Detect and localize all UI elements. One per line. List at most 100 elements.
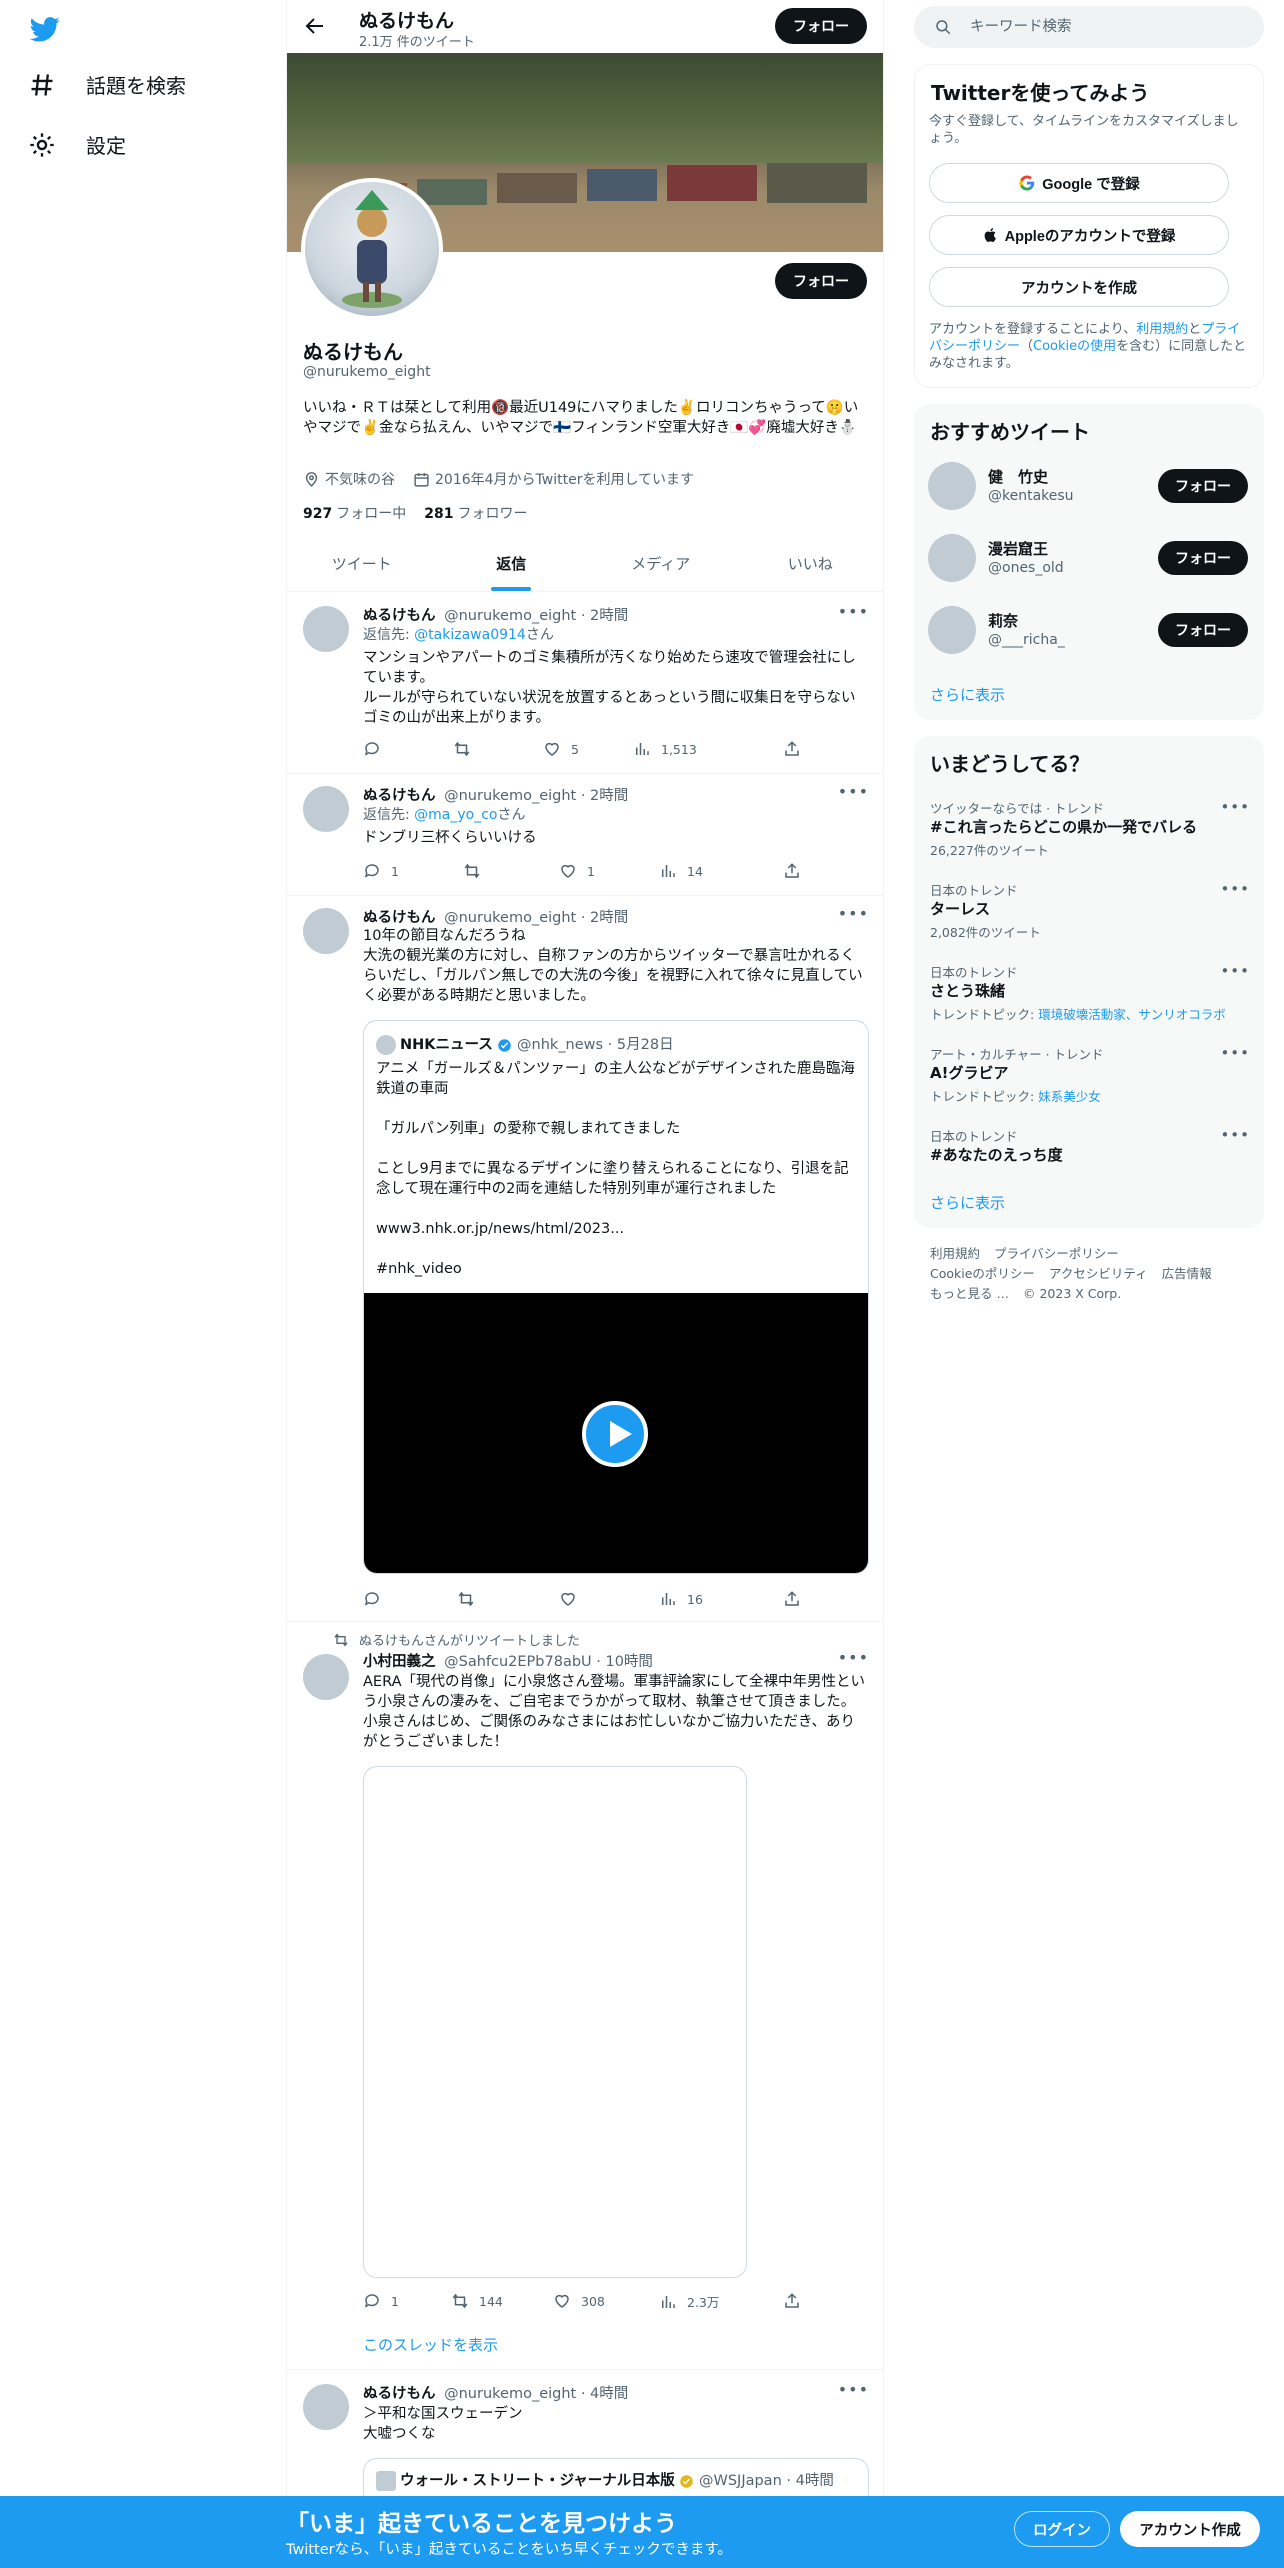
tweet-avatar[interactable] xyxy=(303,1654,349,1700)
views-button[interactable]: 2.3万 xyxy=(659,2292,719,2311)
views-button[interactable]: 16 xyxy=(659,1590,703,1608)
more-options-icon[interactable]: ••• xyxy=(838,602,869,621)
trends-show-more[interactable]: さらに表示 xyxy=(930,1192,1005,1213)
tweet[interactable]: ぬるけもん @nurukemo_eight · 2時間 ••• 返信先: @ta… xyxy=(287,592,883,774)
tweet-avatar[interactable] xyxy=(303,908,349,954)
more-options-icon[interactable]: ••• xyxy=(1220,880,1250,898)
quote-header: ウォール・ストリート・ジャーナル日本版 @WSJJapan · 4時間 xyxy=(376,2469,834,2491)
trends-title: いまどうしてる？ xyxy=(930,752,1090,776)
tweet-image[interactable] xyxy=(363,1766,747,2278)
profile-tabs: ツイート 返信 メディア いいね xyxy=(287,536,884,592)
tab-media[interactable]: メディア xyxy=(586,536,736,591)
reply-button[interactable] xyxy=(363,740,391,758)
nav-explore[interactable]: 話題を検索 xyxy=(28,70,186,99)
retweet-note: ぬるけもんさんがリツイートしました xyxy=(333,1630,580,1649)
reply-context: 返信先: @ma_yo_coさん xyxy=(363,807,526,823)
footer-link[interactable]: プライバシーポリシー xyxy=(994,1246,1119,1261)
tweet-text: 10年の節目なんだろうね 大洗の観光業の方に対し、自称ファンの方からツイッターで… xyxy=(363,928,863,1004)
tweet[interactable]: ぬるけもん @nurukemo_eight · 2時間 ••• 返信先: @ma… xyxy=(287,774,883,896)
more-options-icon[interactable]: ••• xyxy=(838,904,869,923)
profile-avatar[interactable] xyxy=(301,178,443,320)
share-icon xyxy=(785,741,799,756)
following-link[interactable]: 927 フォロー中 xyxy=(303,503,406,523)
retweet-button[interactable] xyxy=(453,740,481,758)
views-button[interactable]: 1,513 xyxy=(633,740,697,758)
more-options-icon[interactable]: ••• xyxy=(1220,1126,1250,1144)
tweet-text: ＞平和な国スウェーデン 大嘘つくな xyxy=(363,2406,523,2442)
follow-button[interactable]: フォロー xyxy=(1158,541,1248,575)
footer-link[interactable]: もっと見る … xyxy=(930,1286,1009,1301)
tweet[interactable]: ぬるけもんさんがリツイートしました 小村田義之 @Sahfcu2EPb78abU… xyxy=(287,1622,883,2370)
play-icon[interactable] xyxy=(582,1401,648,1467)
footer-link[interactable]: Cookieのポリシー xyxy=(930,1266,1035,1281)
video-player[interactable] xyxy=(364,1293,868,1573)
search-box[interactable] xyxy=(914,6,1264,48)
tweet-header: ぬるけもん @nurukemo_eight · 2時間 xyxy=(363,788,629,804)
share-button[interactable] xyxy=(783,862,801,880)
follow-button[interactable]: フォロー xyxy=(1158,613,1248,647)
recommended-title: おすすめツイート xyxy=(930,420,1090,444)
share-icon xyxy=(785,1591,799,1606)
tab-tweets[interactable]: ツイート xyxy=(287,536,437,591)
profile-joined: 2016年4月からTwitterを利用しています xyxy=(413,469,694,489)
tweet-text: ドンブリ三杯くらいいける xyxy=(363,830,537,846)
create-account-button[interactable]: アカウントを作成 xyxy=(929,267,1229,307)
more-options-icon[interactable]: ••• xyxy=(838,2380,869,2399)
footer-link[interactable]: アクセシビリティ xyxy=(1049,1266,1148,1281)
footer-link[interactable]: 利用規約 xyxy=(930,1246,980,1261)
search-input[interactable] xyxy=(970,6,1250,48)
back-arrow-icon[interactable] xyxy=(303,14,327,38)
more-options-icon[interactable]: ••• xyxy=(1220,798,1250,816)
share-button[interactable] xyxy=(783,2292,801,2310)
show-thread-link[interactable]: このスレッドを表示 xyxy=(363,2334,498,2355)
user-avatar[interactable] xyxy=(928,534,976,582)
tweet-avatar[interactable] xyxy=(303,786,349,832)
profile-follow-button[interactable]: フォロー xyxy=(775,263,867,299)
views-button[interactable]: 14 xyxy=(659,862,703,880)
heart-icon xyxy=(545,742,559,756)
apple-icon xyxy=(984,228,996,242)
tab-likes[interactable]: いいね xyxy=(736,536,884,591)
followers-link[interactable]: 281 フォロワー xyxy=(424,503,527,523)
like-button[interactable]: 308 xyxy=(553,2292,605,2310)
reply-button[interactable]: 1 xyxy=(363,862,399,880)
share-button[interactable] xyxy=(783,740,801,758)
google-signup-button[interactable]: Google で登録 xyxy=(929,163,1229,203)
tweet-header: ぬるけもん @nurukemo_eight · 4時間 xyxy=(363,2386,629,2402)
tweet[interactable]: ぬるけもん @nurukemo_eight · 2時間 ••• 10年の節目なん… xyxy=(287,896,883,1622)
retweet-button[interactable]: 144 xyxy=(451,2292,503,2310)
tweet-header: ぬるけもん @nurukemo_eight · 2時間 xyxy=(363,608,629,624)
more-options-icon[interactable]: ••• xyxy=(1220,1044,1250,1062)
reply-button[interactable] xyxy=(363,1590,391,1608)
retweet-button[interactable] xyxy=(463,862,491,880)
like-button[interactable]: 5 xyxy=(543,740,579,758)
more-options-icon[interactable]: ••• xyxy=(838,782,869,801)
user-avatar[interactable] xyxy=(928,606,976,654)
tweet-header: ぬるけもん @nurukemo_eight · 2時間 xyxy=(363,910,629,926)
footer-link[interactable]: 広告情報 xyxy=(1162,1266,1212,1281)
follow-button[interactable]: フォロー xyxy=(1158,469,1248,503)
quoted-tweet[interactable]: NHKニュース @nhk_news · 5月28日 アニメ「ガールズ＆パンツァー… xyxy=(363,1020,869,1574)
twitter-bird-icon[interactable] xyxy=(28,14,62,44)
tweet-avatar[interactable] xyxy=(303,2384,349,2430)
heart-icon xyxy=(561,864,575,878)
tab-replies[interactable]: 返信 xyxy=(437,536,587,591)
retweet-button[interactable] xyxy=(457,1590,485,1608)
more-options-icon[interactable]: ••• xyxy=(1220,962,1250,980)
share-button[interactable] xyxy=(783,1590,801,1608)
signup-button[interactable]: アカウント作成 xyxy=(1120,2511,1260,2547)
like-button[interactable]: 1 xyxy=(559,862,595,880)
header-follow-button[interactable]: フォロー xyxy=(775,8,867,44)
tweet-avatar[interactable] xyxy=(303,606,349,652)
verified-gold-badge-icon xyxy=(680,2474,694,2488)
like-button[interactable] xyxy=(559,1590,587,1608)
user-avatar[interactable] xyxy=(928,462,976,510)
recommended-show-more[interactable]: さらに表示 xyxy=(930,684,1005,705)
reply-button[interactable]: 1 xyxy=(363,2292,399,2310)
apple-signup-button[interactable]: Appleのアカウントで登録 xyxy=(929,215,1229,255)
nav-settings[interactable]: 設定 xyxy=(28,130,126,159)
share-icon xyxy=(785,2293,799,2308)
login-button[interactable]: ログイン xyxy=(1014,2511,1110,2547)
more-options-icon[interactable]: ••• xyxy=(838,1648,869,1667)
tweet-actions: 1 144 308 2.3万 xyxy=(363,2292,803,2312)
